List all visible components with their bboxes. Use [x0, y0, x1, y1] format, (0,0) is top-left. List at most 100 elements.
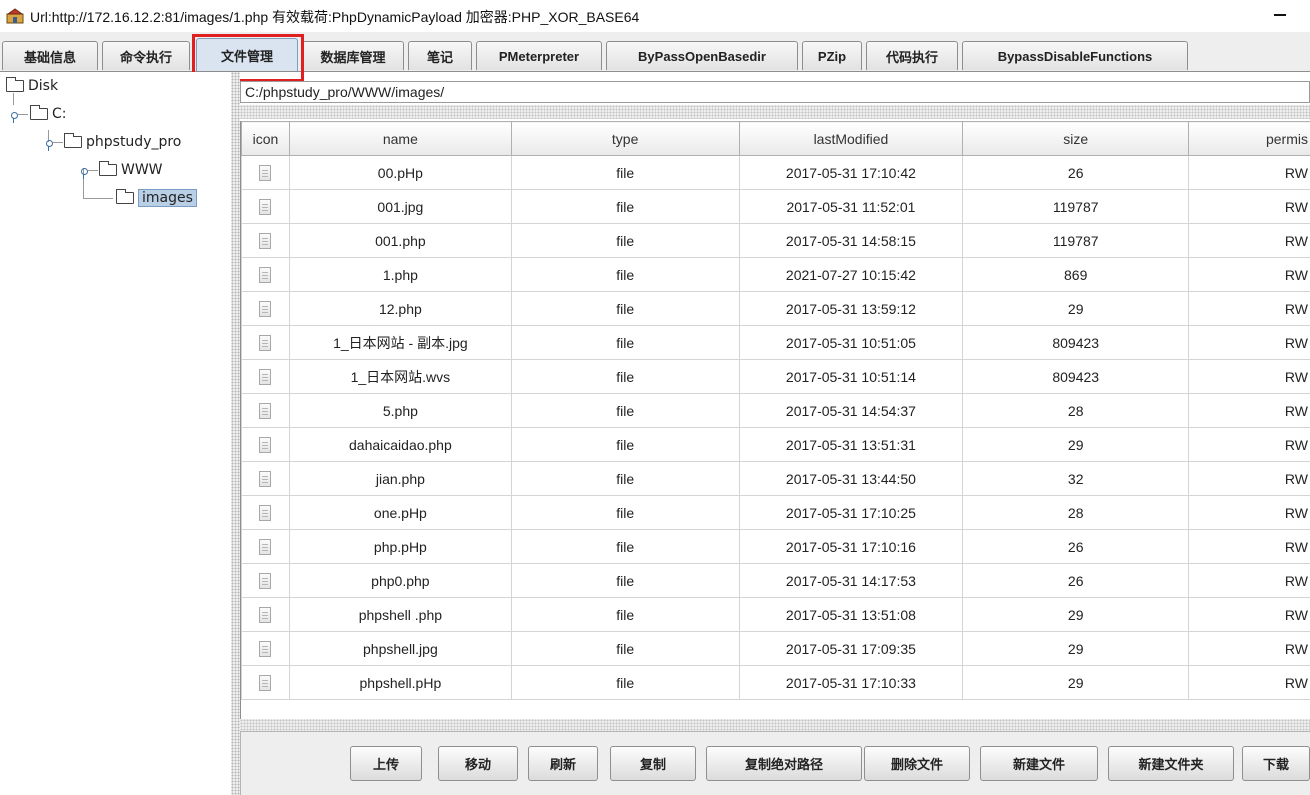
table-row[interactable]: php.pHp file 2017-05-31 17:10:16 26 RW — [241, 529, 1310, 564]
file-modified-cell: 2017-05-31 17:10:16 — [738, 529, 964, 564]
column-header-permission[interactable]: permis — [1188, 121, 1310, 156]
file-name-cell: php0.php — [288, 563, 512, 598]
file-icon — [259, 267, 272, 284]
table-row[interactable]: 1_日本网站.wvs file 2017-05-31 10:51:14 809423 R… — [241, 359, 1310, 394]
file-icon-cell — [241, 189, 290, 224]
file-icon-cell — [241, 427, 290, 462]
tab-pzip[interactable]: PZip — [802, 41, 862, 70]
tree-node-www[interactable]: WWW — [99, 160, 163, 180]
file-icon — [259, 199, 272, 216]
table-row[interactable]: phpshell.pHp file 2017-05-31 17:10:33 29 RW — [241, 665, 1310, 700]
move-button[interactable]: 移动 — [438, 746, 518, 781]
file-size-cell: 28 — [962, 495, 1190, 530]
file-type-cell: file — [510, 631, 740, 666]
tab-file-manager[interactable]: 文件管理 — [196, 38, 298, 71]
column-header-type[interactable]: type — [510, 121, 740, 156]
table-row[interactable]: dahaicaidao.php file 2017-05-31 13:51:31 29… — [241, 427, 1310, 462]
table-row[interactable]: 12.php file 2017-05-31 13:59:12 29 RW — [241, 291, 1310, 326]
bottom-splitter[interactable] — [240, 719, 1310, 731]
file-name-cell: 00.pHp — [288, 155, 512, 190]
download-button[interactable]: 下载 — [1242, 746, 1310, 781]
table-row[interactable]: phpshell .php file 2017-05-31 13:51:08 29 RW — [241, 597, 1310, 632]
tab-command-exec[interactable]: 命令执行 — [102, 41, 190, 70]
tree-node-images[interactable]: images — [116, 186, 197, 210]
table-row[interactable]: php0.php file 2017-05-31 14:17:53 26 RW — [241, 563, 1310, 598]
file-name-cell: 001.jpg — [288, 189, 512, 224]
file-icon — [259, 505, 272, 522]
file-size-cell: 119787 — [962, 223, 1190, 258]
new-folder-button[interactable]: 新建文件夹 — [1108, 746, 1234, 781]
folder-icon — [64, 133, 82, 148]
file-icon — [259, 471, 272, 488]
minimize-icon — [1274, 14, 1286, 16]
tree-label-phpstudy-pro: phpstudy_pro — [86, 134, 182, 150]
upload-button[interactable]: 上传 — [350, 746, 422, 781]
file-icon-cell — [241, 291, 290, 326]
file-type-cell: file — [510, 393, 740, 428]
copy-button[interactable]: 复制 — [610, 746, 696, 781]
table-row[interactable]: 001.jpg file 2017-05-31 11:52:01 119787 RW — [241, 189, 1310, 224]
tab-basic-info[interactable]: 基础信息 — [2, 41, 98, 70]
file-icon — [259, 369, 272, 386]
file-icon — [259, 437, 272, 454]
tree-label-disk: Disk — [28, 78, 59, 94]
file-name-cell: dahaicaidao.php — [288, 427, 512, 462]
file-modified-cell: 2017-05-31 13:51:08 — [738, 597, 964, 632]
table-row[interactable]: 1.php file 2021-07-27 10:15:42 869 RW — [241, 257, 1310, 292]
file-modified-cell: 2017-05-31 13:51:31 — [738, 427, 964, 462]
table-row[interactable]: 5.php file 2017-05-31 14:54:37 28 RW — [241, 393, 1310, 428]
folder-icon — [6, 77, 24, 92]
table-row[interactable]: 1_日本网站 - 副本.jpg file 2017-05-31 10:51:05 80… — [241, 325, 1310, 360]
table-row[interactable]: phpshell.jpg file 2017-05-31 17:09:35 29 RW — [241, 631, 1310, 666]
file-table: icon name type lastModified size permis … — [240, 121, 1310, 719]
file-icon-cell — [241, 393, 290, 428]
vertical-splitter[interactable] — [231, 72, 240, 795]
column-header-lastmodified[interactable]: lastModified — [738, 121, 964, 156]
file-permission-cell: RW — [1188, 223, 1310, 258]
tab-bypass-openbasedir[interactable]: ByPassOpenBasedir — [606, 41, 798, 70]
tab-notes[interactable]: 笔记 — [408, 41, 472, 70]
file-type-cell: file — [510, 189, 740, 224]
table-row[interactable]: 00.pHp file 2017-05-31 17:10:42 26 RW — [241, 155, 1310, 190]
top-splitter[interactable] — [240, 105, 1310, 119]
file-name-cell: phpshell .php — [288, 597, 512, 632]
file-name-cell: 12.php — [288, 291, 512, 326]
table-header-row: icon name type lastModified size permis — [241, 121, 1310, 156]
file-name-cell: 1_日本网站.wvs — [288, 359, 512, 394]
tree-node-c-drive[interactable]: C: — [30, 104, 67, 124]
tree-node-phpstudy-pro[interactable]: phpstudy_pro — [64, 132, 181, 152]
path-input[interactable]: C:/phpstudy_pro/WWW/images/ — [240, 81, 1310, 103]
file-type-cell: file — [510, 427, 740, 462]
table-row[interactable]: jian.php file 2017-05-31 13:44:50 32 RW — [241, 461, 1310, 496]
tab-database-manager[interactable]: 数据库管理 — [302, 41, 404, 70]
refresh-button[interactable]: 刷新 — [528, 746, 598, 781]
file-icon-cell — [241, 155, 290, 190]
file-icon — [259, 675, 272, 692]
file-permission-cell: RW — [1188, 461, 1310, 496]
column-header-size[interactable]: size — [962, 121, 1190, 156]
file-icon — [259, 539, 272, 556]
file-modified-cell: 2017-05-31 13:59:12 — [738, 291, 964, 326]
file-size-cell: 26 — [962, 529, 1190, 564]
new-file-button[interactable]: 新建文件 — [980, 746, 1098, 781]
file-type-cell: file — [510, 359, 740, 394]
table-row[interactable]: 001.php file 2017-05-31 14:58:15 119787 RW — [241, 223, 1310, 258]
file-permission-cell: RW — [1188, 631, 1310, 666]
minimize-button[interactable] — [1266, 4, 1296, 28]
tab-bypass-disable-functions[interactable]: BypassDisableFunctions — [962, 41, 1188, 70]
file-size-cell: 869 — [962, 257, 1190, 292]
window-titlebar: Url:http://172.16.12.2:81/images/1.php 有… — [0, 0, 1310, 32]
column-header-icon[interactable]: icon — [241, 121, 290, 156]
copy-absolute-path-button[interactable]: 复制绝对路径 — [706, 746, 862, 781]
table-row[interactable]: one.pHp file 2017-05-31 17:10:25 28 RW — [241, 495, 1310, 530]
file-name-cell: php.pHp — [288, 529, 512, 564]
file-name-cell: phpshell.jpg — [288, 631, 512, 666]
file-icon-cell — [241, 325, 290, 360]
tree-node-disk[interactable]: Disk — [6, 76, 58, 96]
column-header-name[interactable]: name — [288, 121, 512, 156]
tab-pmeterpreter[interactable]: PMeterpreter — [476, 41, 602, 70]
file-permission-cell: RW — [1188, 155, 1310, 190]
delete-file-button[interactable]: 删除文件 — [864, 746, 970, 781]
directory-tree: Disk C: phpstudy_pro WWW images — [0, 72, 231, 795]
tab-code-exec[interactable]: 代码执行 — [866, 41, 958, 70]
